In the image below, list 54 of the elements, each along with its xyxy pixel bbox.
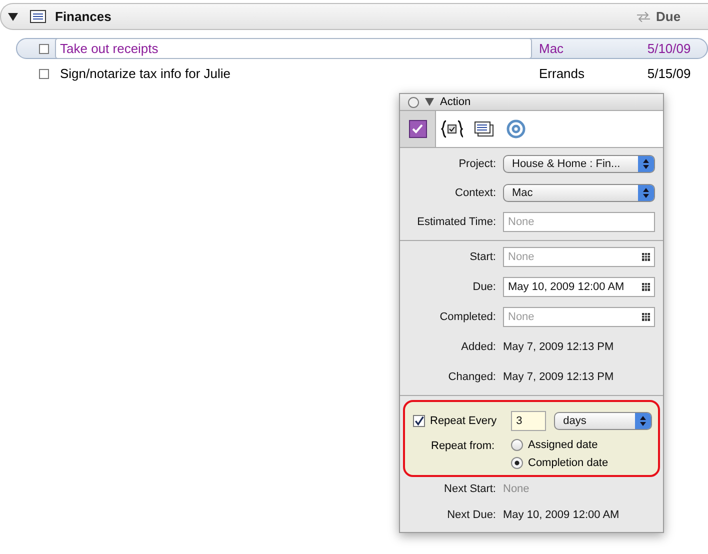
field-value: May 7, 2009 12:13 PM	[503, 371, 615, 383]
expanded-triangle-icon[interactable]	[8, 12, 18, 22]
action-title[interactable]: Sign/notarize tax info for Julie	[55, 63, 532, 84]
field-label: Repeat from:	[431, 439, 496, 453]
unit-popup-menu[interactable]: days	[554, 412, 652, 430]
window-title: Action	[440, 96, 471, 108]
outline-row[interactable]: Take out receipts Mac 5/10/09	[16, 38, 708, 59]
field-value: May 10, 2009 12:00 AM	[503, 509, 620, 521]
calendar-icon	[642, 253, 650, 261]
stepper-icon	[638, 185, 654, 201]
due-cell-text: 5/15/09	[647, 66, 692, 81]
swap-arrows-icon	[637, 12, 650, 22]
field-label: Next Start:	[443, 483, 496, 495]
radio-button[interactable]	[511, 439, 523, 451]
field-label: Context:	[454, 187, 496, 199]
note-cards-icon	[474, 121, 494, 137]
inspector-tab[interactable]	[400, 111, 436, 147]
field-label: Project:	[458, 158, 496, 170]
field-label: Added:	[460, 341, 496, 353]
checkbox[interactable]	[413, 415, 425, 427]
interval-field[interactable]: 3	[511, 411, 546, 431]
list-icon	[30, 10, 46, 23]
radio-label: Assigned date	[528, 439, 598, 451]
triangle-icon[interactable]	[425, 98, 434, 106]
radio-label: Completion date	[528, 457, 608, 469]
group-title: Finances	[55, 9, 112, 24]
popup-menu[interactable]: House & Home : Fin...	[503, 155, 655, 173]
calendar-icon	[642, 283, 650, 291]
calendar-icon	[642, 313, 650, 321]
field-label: Completed:	[438, 311, 496, 323]
popup-menu[interactable]: Mac	[503, 184, 655, 202]
context-cell-text: Errands	[539, 66, 586, 81]
stepper-icon	[638, 156, 654, 172]
checkbox[interactable]	[39, 68, 49, 78]
field-label: Due:	[472, 281, 496, 293]
field-value: None	[503, 483, 530, 495]
field-label: Changed:	[447, 371, 496, 383]
action-title[interactable]: Take out receipts	[55, 38, 532, 59]
checkbox-icon	[408, 120, 426, 138]
due-cell-text: 5/10/09	[647, 41, 692, 56]
checkbox[interactable]	[39, 44, 49, 54]
stepper-icon	[635, 413, 651, 429]
field-label: Estimated Time:	[416, 216, 496, 228]
field-label: Next Due:	[446, 509, 496, 521]
column-header[interactable]: Due	[656, 9, 708, 24]
close-icon[interactable]	[408, 96, 419, 108]
field-value: May 7, 2009 12:13 PM	[503, 341, 615, 353]
radio-button[interactable]	[511, 457, 523, 469]
checkbox-label: Repeat Every	[430, 415, 498, 427]
braced-checkbox-icon	[441, 120, 463, 138]
field-label: Start:	[468, 251, 496, 263]
date-field[interactable]: May 10, 2009 12:00 AM	[503, 277, 655, 297]
context-cell-text: Mac	[539, 41, 565, 56]
outline-row[interactable]: Sign/notarize tax info for Julie Errands 5/15/09	[16, 63, 708, 84]
